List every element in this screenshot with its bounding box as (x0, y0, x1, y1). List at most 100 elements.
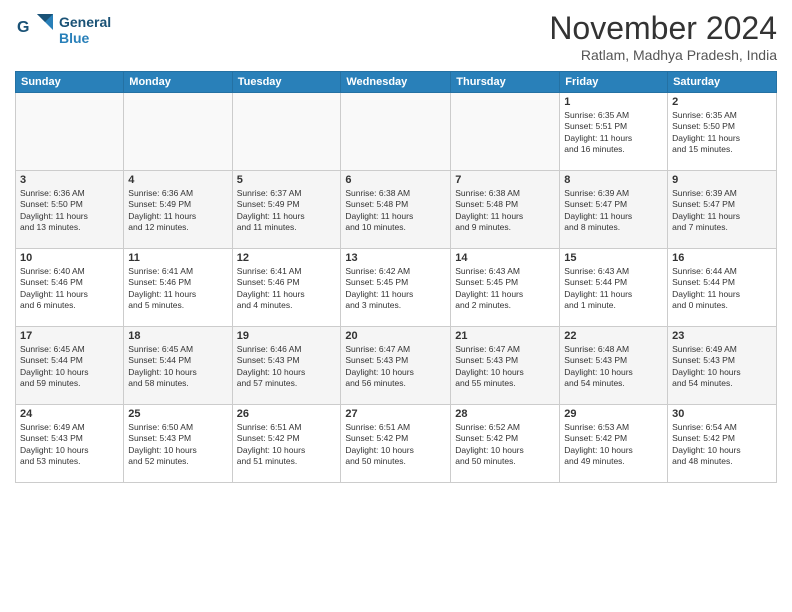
logo: G General Blue (15, 10, 111, 50)
logo-icon: G (15, 10, 55, 50)
day-number: 28 (455, 408, 555, 420)
day-info: Sunrise: 6:40 AM Sunset: 5:46 PM Dayligh… (20, 266, 119, 312)
day-info: Sunrise: 6:38 AM Sunset: 5:48 PM Dayligh… (345, 188, 446, 234)
table-row: 9 Sunrise: 6:39 AM Sunset: 5:47 PM Daylig… (668, 171, 777, 249)
calendar-header-row: Sunday Monday Tuesday Wednesday Thursday… (16, 72, 777, 93)
day-info: Sunrise: 6:39 AM Sunset: 5:47 PM Dayligh… (564, 188, 663, 234)
day-info: Sunrise: 6:47 AM Sunset: 5:43 PM Dayligh… (345, 344, 446, 390)
day-number: 2 (672, 96, 772, 108)
table-row (232, 93, 341, 171)
table-row: 26Sunrise: 6:51 AM Sunset: 5:42 PM Dayli… (232, 405, 341, 483)
day-number: 13 (345, 252, 446, 264)
title-area: November 2024 Ratlam, Madhya Pradesh, In… (549, 10, 777, 63)
table-row: 7 Sunrise: 6:38 AM Sunset: 5:48 PM Daylig… (451, 171, 560, 249)
day-number: 5 (237, 174, 337, 186)
table-row: 21Sunrise: 6:47 AM Sunset: 5:43 PM Dayli… (451, 327, 560, 405)
day-number: 1 (564, 96, 663, 108)
table-row: 5Sunrise: 6:37 AM Sunset: 5:49 PM Daylig… (232, 171, 341, 249)
day-info: Sunrise: 6:54 AM Sunset: 5:42 PM Dayligh… (672, 422, 772, 468)
header-wednesday: Wednesday (341, 72, 451, 93)
day-info: Sunrise: 6:49 AM Sunset: 5:43 PM Dayligh… (672, 344, 772, 390)
header-friday: Friday (560, 72, 668, 93)
day-info: Sunrise: 6:35 AM Sunset: 5:51 PM Dayligh… (564, 110, 663, 156)
header-tuesday: Tuesday (232, 72, 341, 93)
day-info: Sunrise: 6:41 AM Sunset: 5:46 PM Dayligh… (128, 266, 227, 312)
day-info: Sunrise: 6:35 AM Sunset: 5:50 PM Dayligh… (672, 110, 772, 156)
page: G General Blue November 2024 Ratlam, Mad… (0, 0, 792, 612)
day-info: Sunrise: 6:38 AM Sunset: 5:48 PM Dayligh… (455, 188, 555, 234)
day-info: Sunrise: 6:45 AM Sunset: 5:44 PM Dayligh… (20, 344, 119, 390)
day-info: Sunrise: 6:44 AM Sunset: 5:44 PM Dayligh… (672, 266, 772, 312)
day-number: 4 (128, 174, 227, 186)
calendar-week-row: 1 Sunrise: 6:35 AM Sunset: 5:51 PM Daylig… (16, 93, 777, 171)
day-info: Sunrise: 6:36 AM Sunset: 5:49 PM Dayligh… (128, 188, 227, 234)
table-row: 8 Sunrise: 6:39 AM Sunset: 5:47 PM Daylig… (560, 171, 668, 249)
day-info: Sunrise: 6:53 AM Sunset: 5:42 PM Dayligh… (564, 422, 663, 468)
table-row: 3 Sunrise: 6:36 AM Sunset: 5:50 PM Daylig… (16, 171, 124, 249)
table-row (16, 93, 124, 171)
calendar: Sunday Monday Tuesday Wednesday Thursday… (15, 71, 777, 483)
location-subtitle: Ratlam, Madhya Pradesh, India (549, 47, 777, 63)
day-number: 26 (237, 408, 337, 420)
day-info: Sunrise: 6:50 AM Sunset: 5:43 PM Dayligh… (128, 422, 227, 468)
table-row: 19 Sunrise: 6:46 AM Sunset: 5:43 PM Dayli… (232, 327, 341, 405)
table-row: 4 Sunrise: 6:36 AM Sunset: 5:49 PM Daylig… (124, 171, 232, 249)
day-info: Sunrise: 6:52 AM Sunset: 5:42 PM Dayligh… (455, 422, 555, 468)
table-row: 1 Sunrise: 6:35 AM Sunset: 5:51 PM Daylig… (560, 93, 668, 171)
day-number: 10 (20, 252, 119, 264)
day-info: Sunrise: 6:51 AM Sunset: 5:42 PM Dayligh… (345, 422, 446, 468)
header-thursday: Thursday (451, 72, 560, 93)
day-info: Sunrise: 6:48 AM Sunset: 5:43 PM Dayligh… (564, 344, 663, 390)
day-number: 16 (672, 252, 772, 264)
day-number: 25 (128, 408, 227, 420)
table-row: 28 Sunrise: 6:52 AM Sunset: 5:42 PM Dayli… (451, 405, 560, 483)
calendar-week-row: 3 Sunrise: 6:36 AM Sunset: 5:50 PM Daylig… (16, 171, 777, 249)
table-row: 16 Sunrise: 6:44 AM Sunset: 5:44 PM Dayli… (668, 249, 777, 327)
table-row: 24 Sunrise: 6:49 AM Sunset: 5:43 PM Dayli… (16, 405, 124, 483)
day-number: 19 (237, 330, 337, 342)
table-row: 30Sunrise: 6:54 AM Sunset: 5:42 PM Dayli… (668, 405, 777, 483)
day-number: 11 (128, 252, 227, 264)
day-number: 15 (564, 252, 663, 264)
day-number: 24 (20, 408, 119, 420)
logo-text: General Blue (59, 14, 111, 46)
table-row: 14Sunrise: 6:43 AM Sunset: 5:45 PM Dayli… (451, 249, 560, 327)
day-info: Sunrise: 6:49 AM Sunset: 5:43 PM Dayligh… (20, 422, 119, 468)
day-info: Sunrise: 6:46 AM Sunset: 5:43 PM Dayligh… (237, 344, 337, 390)
header-saturday: Saturday (668, 72, 777, 93)
table-row (451, 93, 560, 171)
table-row: 27Sunrise: 6:51 AM Sunset: 5:42 PM Dayli… (341, 405, 451, 483)
day-number: 17 (20, 330, 119, 342)
day-number: 23 (672, 330, 772, 342)
calendar-week-row: 24 Sunrise: 6:49 AM Sunset: 5:43 PM Dayli… (16, 405, 777, 483)
day-number: 8 (564, 174, 663, 186)
day-info: Sunrise: 6:43 AM Sunset: 5:44 PM Dayligh… (564, 266, 663, 312)
table-row: 11 Sunrise: 6:41 AM Sunset: 5:46 PM Dayli… (124, 249, 232, 327)
day-number: 14 (455, 252, 555, 264)
table-row: 25 Sunrise: 6:50 AM Sunset: 5:43 PM Dayli… (124, 405, 232, 483)
table-row: 15 Sunrise: 6:43 AM Sunset: 5:44 PM Dayli… (560, 249, 668, 327)
day-number: 6 (345, 174, 446, 186)
day-info: Sunrise: 6:45 AM Sunset: 5:44 PM Dayligh… (128, 344, 227, 390)
day-number: 29 (564, 408, 663, 420)
table-row: 20Sunrise: 6:47 AM Sunset: 5:43 PM Dayli… (341, 327, 451, 405)
table-row: 12Sunrise: 6:41 AM Sunset: 5:46 PM Dayli… (232, 249, 341, 327)
table-row: 13Sunrise: 6:42 AM Sunset: 5:45 PM Dayli… (341, 249, 451, 327)
day-info: Sunrise: 6:39 AM Sunset: 5:47 PM Dayligh… (672, 188, 772, 234)
table-row: 17 Sunrise: 6:45 AM Sunset: 5:44 PM Dayli… (16, 327, 124, 405)
calendar-week-row: 17 Sunrise: 6:45 AM Sunset: 5:44 PM Dayli… (16, 327, 777, 405)
header: G General Blue November 2024 Ratlam, Mad… (15, 10, 777, 63)
day-info: Sunrise: 6:41 AM Sunset: 5:46 PM Dayligh… (237, 266, 337, 312)
table-row: 10 Sunrise: 6:40 AM Sunset: 5:46 PM Dayli… (16, 249, 124, 327)
table-row: 18 Sunrise: 6:45 AM Sunset: 5:44 PM Dayli… (124, 327, 232, 405)
table-row: 22Sunrise: 6:48 AM Sunset: 5:43 PM Dayli… (560, 327, 668, 405)
day-number: 3 (20, 174, 119, 186)
day-number: 18 (128, 330, 227, 342)
table-row (124, 93, 232, 171)
calendar-week-row: 10 Sunrise: 6:40 AM Sunset: 5:46 PM Dayli… (16, 249, 777, 327)
table-row: 23 Sunrise: 6:49 AM Sunset: 5:43 PM Dayli… (668, 327, 777, 405)
table-row: 29 Sunrise: 6:53 AM Sunset: 5:42 PM Dayli… (560, 405, 668, 483)
day-number: 7 (455, 174, 555, 186)
day-info: Sunrise: 6:36 AM Sunset: 5:50 PM Dayligh… (20, 188, 119, 234)
day-number: 9 (672, 174, 772, 186)
